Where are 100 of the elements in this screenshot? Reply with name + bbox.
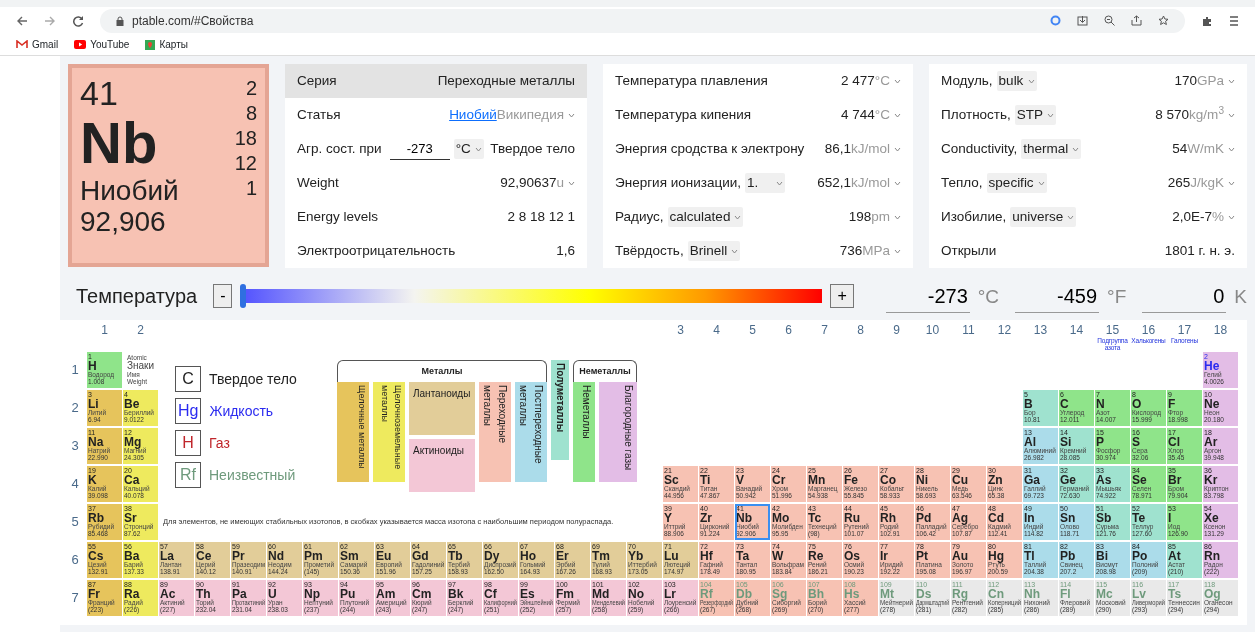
caret-icon bbox=[731, 248, 739, 254]
group-number: 6 bbox=[785, 323, 792, 337]
group-number: 14 bbox=[1069, 323, 1084, 337]
property-label: Твёрдость, bbox=[615, 241, 684, 260]
group-number: 9 bbox=[893, 323, 900, 337]
property-value: 2,0E-7 bbox=[1172, 207, 1212, 226]
puzzle-icon[interactable] bbox=[1201, 14, 1213, 27]
property-label: Температура кипения bbox=[615, 105, 752, 124]
property-label: Электроотрицательность bbox=[297, 241, 456, 260]
category-swatch: Неметаллы bbox=[573, 382, 595, 482]
temperature-label: Температура bbox=[76, 284, 198, 309]
temperature-field[interactable]: -459 bbox=[1015, 279, 1100, 313]
dropdown[interactable]: Brinell bbox=[687, 240, 741, 262]
category-swatch: Щелочные металлы bbox=[337, 382, 369, 482]
menu-icon[interactable] bbox=[1229, 14, 1239, 27]
dropdown[interactable]: calculated bbox=[667, 206, 744, 228]
caret-icon bbox=[568, 180, 575, 186]
property-label: Открыли bbox=[941, 241, 997, 260]
temperature-field[interactable]: 0 bbox=[1142, 279, 1227, 313]
caret-icon bbox=[1072, 146, 1080, 152]
shell-count: 18 bbox=[234, 126, 257, 151]
increase-button[interactable]: + bbox=[830, 284, 854, 308]
caret-icon bbox=[1067, 214, 1075, 220]
property-value: 8 570 bbox=[1155, 105, 1190, 124]
caret-icon bbox=[894, 146, 901, 152]
slider-thumb[interactable] bbox=[240, 284, 247, 308]
back-icon[interactable] bbox=[16, 14, 28, 27]
dropdown[interactable]: 1. bbox=[745, 172, 785, 194]
caret-icon bbox=[1228, 78, 1235, 84]
group-number: 11 bbox=[962, 323, 975, 337]
element-symbol: Nb bbox=[80, 114, 159, 172]
shell-count: 1 bbox=[245, 176, 257, 201]
dropdown[interactable]: universe bbox=[1010, 206, 1077, 228]
bookmark[interactable]: YouTube bbox=[74, 37, 130, 52]
state-label: Твердое тело bbox=[209, 369, 297, 389]
dropdown[interactable]: STP bbox=[1014, 104, 1057, 126]
zoom-icon[interactable] bbox=[1104, 15, 1115, 26]
caret-icon bbox=[568, 112, 575, 118]
period-number: 4 bbox=[70, 475, 80, 494]
caret-icon bbox=[894, 78, 901, 84]
property-value: 265 bbox=[1167, 173, 1191, 192]
element-name: Ниобий bbox=[80, 176, 179, 207]
group-number: 16 bbox=[1141, 323, 1156, 337]
dropdown[interactable]: specific bbox=[986, 172, 1047, 194]
unit-dropdown[interactable]: °C bbox=[453, 138, 484, 160]
caret-icon bbox=[776, 180, 783, 186]
install-icon[interactable] bbox=[1077, 15, 1088, 26]
address-bar[interactable]: ptable.com/#Свойства bbox=[100, 8, 1185, 33]
bookmark[interactable]: Карты bbox=[145, 37, 188, 52]
caret-icon bbox=[1228, 214, 1235, 220]
group-number: 18 bbox=[1213, 323, 1228, 337]
unit-label: °F bbox=[1107, 284, 1127, 309]
caret-icon bbox=[734, 214, 742, 220]
star-icon[interactable] bbox=[1158, 15, 1169, 26]
category-swatch: Переходные металлы bbox=[479, 382, 511, 482]
dropdown[interactable]: thermal bbox=[1021, 138, 1082, 160]
atomic-number: 41 bbox=[80, 76, 119, 110]
period-number: 3 bbox=[70, 437, 80, 456]
state-symbol: Rf bbox=[175, 462, 201, 488]
property-label: Изобилие, bbox=[941, 207, 1007, 226]
property-value: 736 bbox=[839, 241, 863, 260]
group-number: 4 bbox=[713, 323, 720, 337]
unit-label: K bbox=[1234, 284, 1247, 309]
property-label: Energy levels bbox=[297, 207, 379, 226]
shell-count: 2 bbox=[245, 76, 257, 101]
state-symbol: Hg bbox=[175, 398, 202, 424]
caret-icon bbox=[1228, 146, 1235, 152]
share-icon[interactable] bbox=[1131, 15, 1142, 26]
group-number: 10 bbox=[925, 323, 940, 337]
dropdown[interactable]: bulk bbox=[996, 70, 1037, 92]
category-swatch: Щелочноземельные металлы bbox=[373, 382, 405, 482]
category-swatch: Благородные газы bbox=[599, 382, 637, 482]
property-value: 2 8 18 12 1 bbox=[507, 207, 575, 226]
caret-icon bbox=[1047, 112, 1055, 118]
property-label: Радиус, bbox=[615, 207, 664, 226]
property-value: 1,6 bbox=[556, 241, 575, 260]
map-icon bbox=[145, 39, 156, 50]
caret-icon bbox=[894, 248, 901, 254]
property-value: 4 744 bbox=[841, 105, 875, 124]
shell-count: 12 bbox=[234, 151, 257, 176]
bookmark[interactable]: Gmail bbox=[16, 37, 59, 52]
temperature-input[interactable]: -273 bbox=[389, 137, 450, 161]
group-number: 15 bbox=[1105, 323, 1120, 337]
temperature-field[interactable]: -273 bbox=[885, 279, 970, 313]
group-number: 2 bbox=[137, 323, 144, 337]
group-number: 5 bbox=[749, 323, 756, 337]
period-number: 5 bbox=[70, 513, 80, 532]
wiki-link[interactable]: Ниобий bbox=[449, 104, 497, 126]
property-value: 198 bbox=[848, 207, 872, 226]
caret-icon bbox=[894, 214, 901, 220]
category-swatch: Актиноиды bbox=[409, 439, 475, 492]
property-label: Серия bbox=[297, 71, 337, 90]
unit-label: °C bbox=[977, 284, 1000, 309]
property-value: 1801 г. н. э. bbox=[1164, 241, 1235, 260]
state-symbol: H bbox=[175, 430, 201, 456]
reload-icon[interactable] bbox=[72, 14, 84, 27]
property-label: Агр. сост. при bbox=[297, 139, 382, 158]
state-label: Жидкость bbox=[209, 401, 274, 421]
decrease-button[interactable]: - bbox=[213, 284, 233, 308]
caret-icon bbox=[894, 180, 901, 186]
